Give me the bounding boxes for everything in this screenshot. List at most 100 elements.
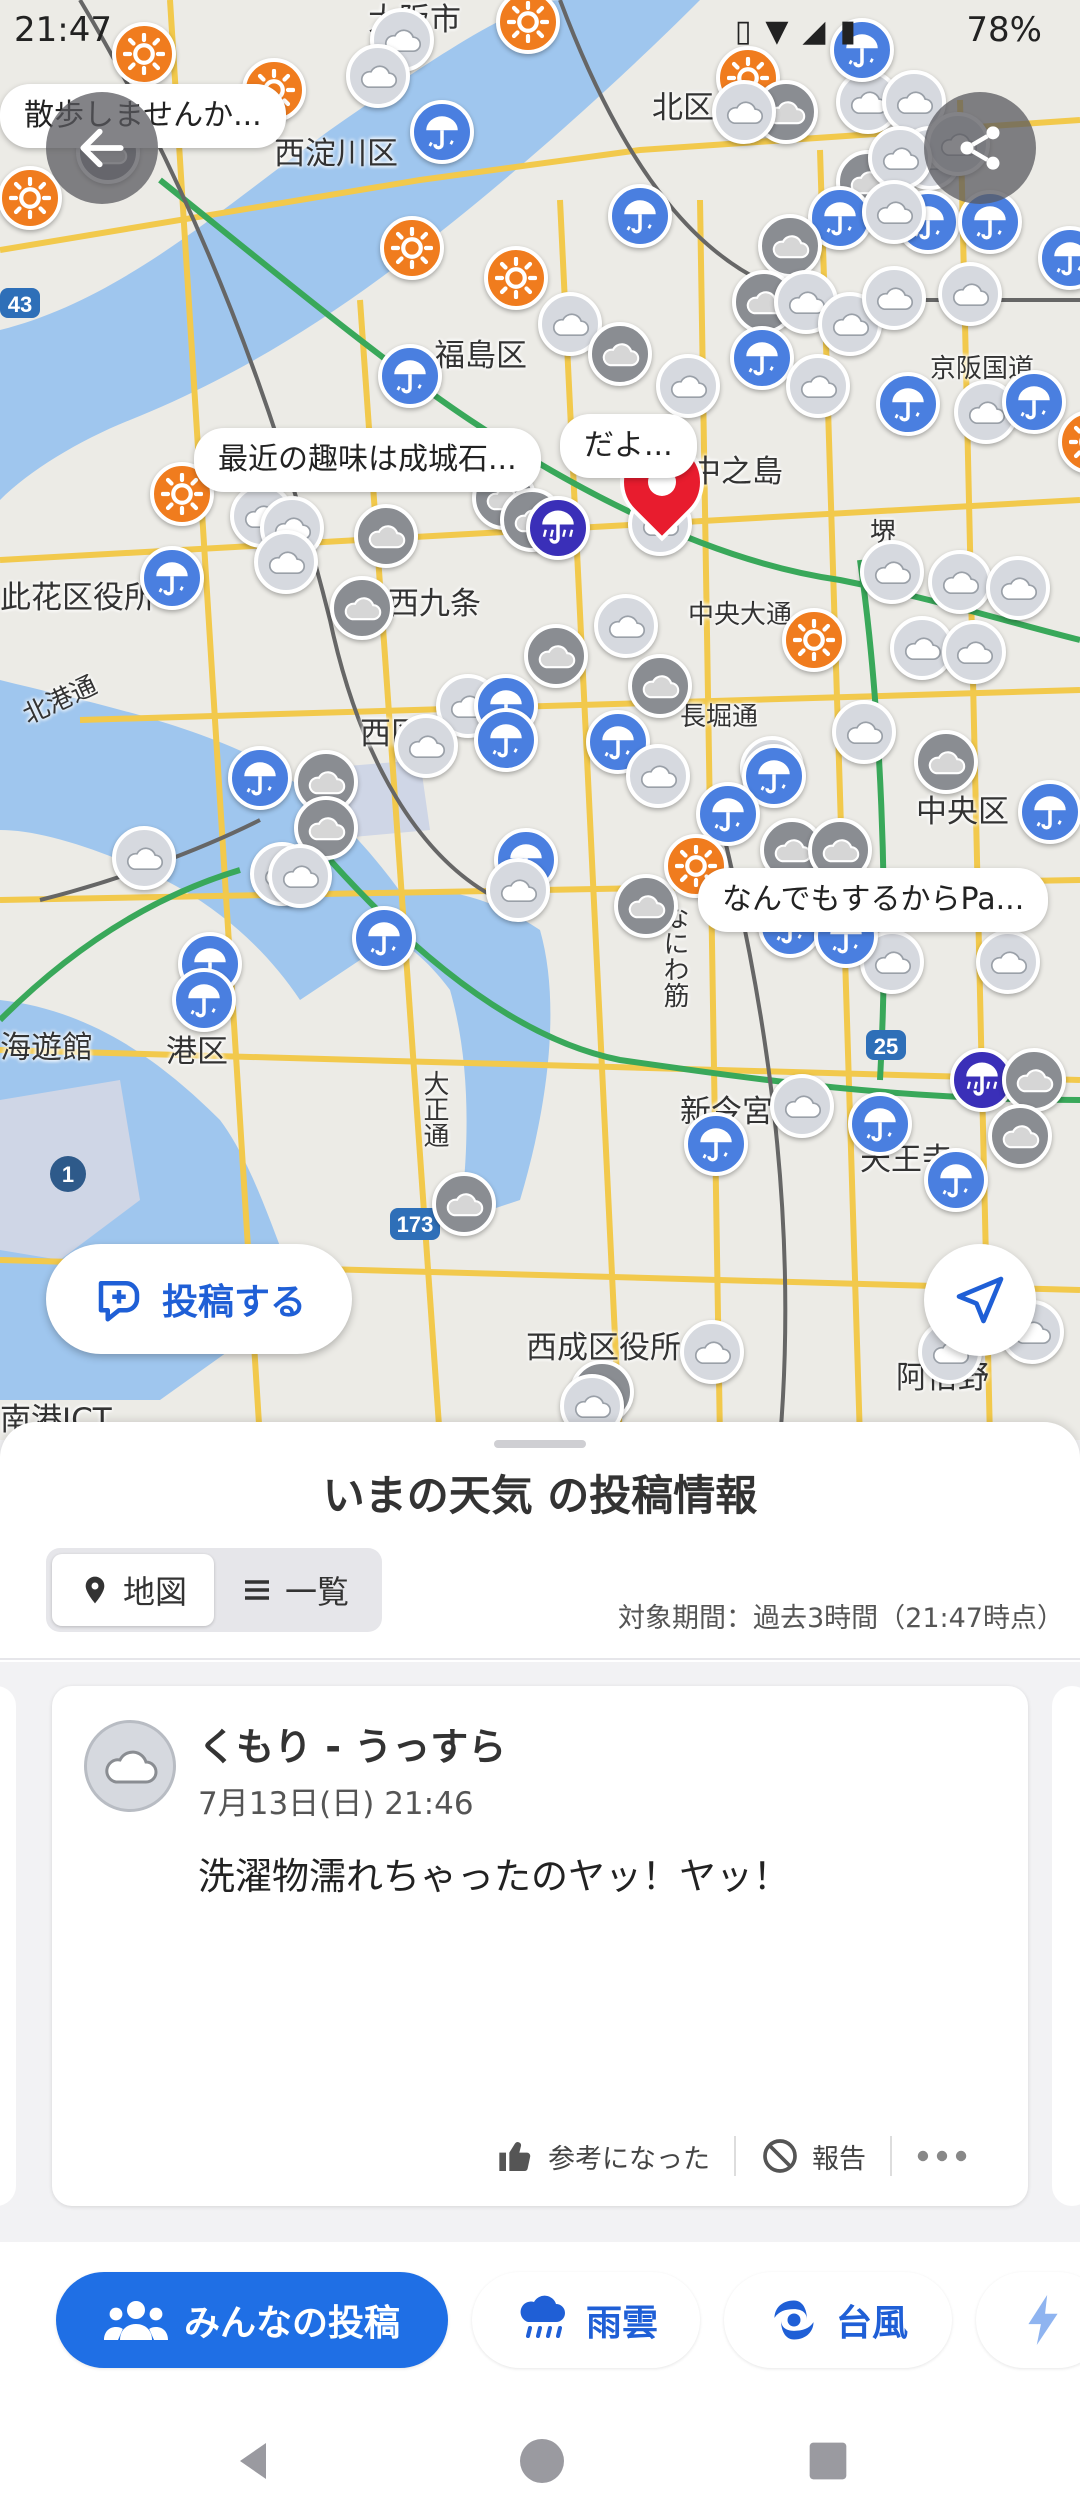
- cloud-marker[interactable]: [786, 354, 850, 418]
- sheet-drag-handle[interactable]: [494, 1440, 586, 1448]
- cloud-marker[interactable]: [254, 530, 318, 594]
- cloud-marker[interactable]: [588, 322, 652, 386]
- cloud-marker[interactable]: [680, 1320, 744, 1384]
- cloud-marker[interactable]: [942, 620, 1006, 684]
- cloud-marker[interactable]: [594, 594, 658, 658]
- arrow-left-icon: [80, 128, 124, 168]
- back-button[interactable]: [46, 92, 158, 204]
- cloud-marker[interactable]: [432, 1172, 496, 1236]
- cloud-marker[interactable]: [394, 714, 458, 778]
- current-location-button[interactable]: [924, 1244, 1036, 1356]
- rain-marker[interactable]: [1002, 370, 1066, 434]
- tab-map-view[interactable]: 地図: [52, 1554, 214, 1626]
- rain-cloud-icon: [520, 2295, 565, 2338]
- share-button[interactable]: [924, 92, 1036, 204]
- divider: [0, 1658, 1080, 1660]
- lightning-icon: [1028, 2295, 1058, 2345]
- status-time: 21:47: [14, 10, 112, 50]
- tab-everyone-posts[interactable]: みんなの投稿: [56, 2272, 448, 2368]
- sun-marker[interactable]: [782, 608, 846, 672]
- cloud-marker[interactable]: [976, 930, 1040, 994]
- previous-card-edge[interactable]: [0, 1686, 16, 2206]
- tab-lightning[interactable]: [976, 2272, 1080, 2368]
- report-label: 報告: [812, 2143, 866, 2175]
- cloud-marker[interactable]: [928, 550, 992, 614]
- tab-typhoon-label: 台風: [835, 2303, 908, 2344]
- typhoon-icon: [774, 2300, 814, 2340]
- next-card-edge[interactable]: [1052, 1686, 1080, 2206]
- cloud-marker[interactable]: [628, 654, 692, 718]
- place-label: 西淀川区: [274, 136, 398, 172]
- rain-marker[interactable]: [924, 1148, 988, 1212]
- tab-list-view[interactable]: 一覧: [214, 1554, 376, 1626]
- place-label: 北区: [652, 90, 714, 126]
- rain-marker[interactable]: [608, 184, 672, 248]
- more-options-button[interactable]: [892, 2146, 992, 2166]
- cloud-marker[interactable]: [938, 262, 1002, 326]
- sun-marker[interactable]: [380, 216, 444, 280]
- view-toggle: 地図 一覧: [46, 1548, 382, 1632]
- rain-marker[interactable]: [228, 746, 292, 810]
- report-button[interactable]: 報告: [736, 2136, 890, 2176]
- place-label: 中央区: [916, 794, 1009, 830]
- post-bubble[interactable]: なんでもするからPa...: [698, 868, 1049, 932]
- rain-marker[interactable]: [378, 344, 442, 408]
- cloud-marker[interactable]: [486, 858, 550, 922]
- rain-marker[interactable]: [410, 100, 474, 164]
- sheet-title: いまの天気 の投稿情報: [322, 1471, 758, 1520]
- tab-rain-label: 雨雲: [585, 2303, 658, 2344]
- rain-marker[interactable]: [848, 1092, 912, 1156]
- tab-rain-cloud[interactable]: 雨雲: [472, 2272, 700, 2368]
- road-number: 173: [397, 1212, 434, 1237]
- cloud-marker[interactable]: [268, 844, 332, 908]
- helpful-button[interactable]: 参考になった: [472, 2136, 734, 2176]
- tab-map-label: 地図: [122, 1573, 187, 1611]
- cloud-marker[interactable]: [1002, 1048, 1066, 1112]
- cloud-marker[interactable]: [758, 214, 822, 278]
- rain-marker[interactable]: [1018, 780, 1080, 844]
- cloud-marker[interactable]: [712, 80, 776, 144]
- place-label: 海遊館: [0, 1030, 93, 1066]
- cloud-marker[interactable]: [770, 1074, 834, 1138]
- cloud-marker[interactable]: [524, 624, 588, 688]
- block-icon: [763, 2139, 797, 2173]
- post-card[interactable]: くもり - うっすら 7月13日(日) 21:46 洗濯物濡れちゃったのヤッ！ヤ…: [52, 1686, 1028, 2206]
- cloud-marker[interactable]: [330, 576, 394, 640]
- rain-marker[interactable]: [352, 906, 416, 970]
- nav-back-icon[interactable]: [230, 2437, 278, 2485]
- cloud-marker[interactable]: [986, 556, 1050, 620]
- rain-marker[interactable]: [876, 372, 940, 436]
- rain-marker[interactable]: [730, 326, 794, 390]
- place-label: 西九条: [388, 586, 481, 622]
- rain-marker[interactable]: [140, 546, 204, 610]
- nav-recents-icon[interactable]: [806, 2439, 850, 2483]
- add-comment-icon: [98, 1281, 140, 1322]
- system-nav-bar: [0, 2402, 1080, 2520]
- post-button[interactable]: 投稿する: [46, 1244, 352, 1354]
- cloud-marker[interactable]: [354, 504, 418, 568]
- post-bubble[interactable]: だよ...: [560, 414, 697, 478]
- cloud-marker[interactable]: [112, 826, 176, 890]
- cloud-marker[interactable]: [832, 700, 896, 764]
- cloud-marker[interactable]: [862, 180, 926, 244]
- post-bubble[interactable]: 最近の趣味は成城石...: [194, 428, 541, 492]
- rain-marker[interactable]: [172, 968, 236, 1032]
- cloud-marker[interactable]: [914, 730, 978, 794]
- tab-typhoon[interactable]: 台風: [724, 2272, 952, 2368]
- post-datetime: 7月13日(日) 21:46: [198, 1786, 474, 1822]
- post-carousel[interactable]: くもり - うっすら 7月13日(日) 21:46 洗濯物濡れちゃったのヤッ！ヤ…: [0, 1662, 1080, 2242]
- weather-map[interactable]: 43 173 25 1 大阪市 北区 西淀川区 福島区 京阪国道 堺 西九条 中…: [0, 0, 1080, 1440]
- cloud-marker[interactable]: [656, 354, 720, 418]
- heavy-rain-marker[interactable]: [526, 496, 590, 560]
- cloud-marker[interactable]: [862, 266, 926, 330]
- rain-marker[interactable]: [684, 1112, 748, 1176]
- battery-level: 78%: [966, 10, 1042, 50]
- sun-marker[interactable]: [484, 246, 548, 310]
- cloud-marker[interactable]: [860, 540, 924, 604]
- wifi-icon: ▼: [765, 14, 803, 49]
- rain-marker[interactable]: [474, 708, 538, 772]
- nav-home-icon[interactable]: [518, 2437, 566, 2485]
- period-label: 対象期間：過去3時間（21:47時点）: [618, 1603, 1064, 1634]
- cloud-marker[interactable]: [988, 1104, 1052, 1168]
- cloud-marker[interactable]: [626, 744, 690, 808]
